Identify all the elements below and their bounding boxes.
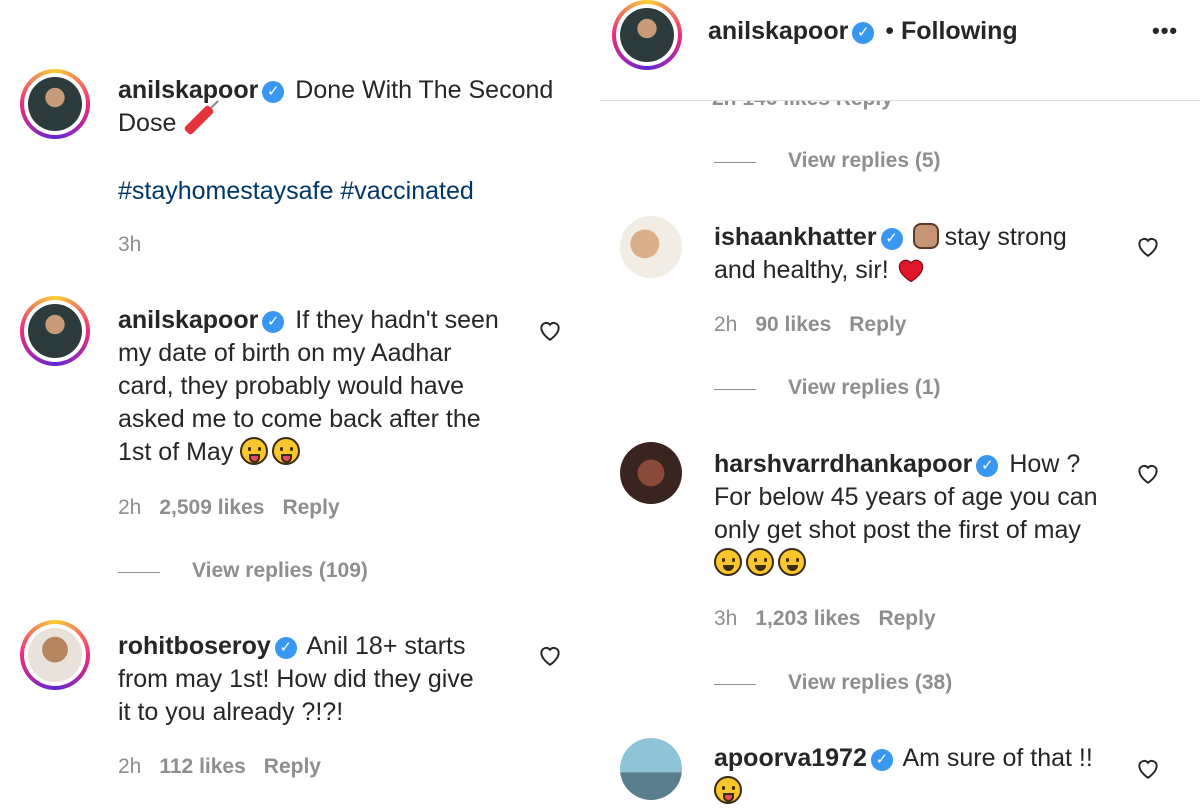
verified-badge-icon: ✓ — [262, 81, 285, 103]
divider — [714, 162, 756, 163]
heart-outline-icon[interactable] — [1135, 460, 1161, 486]
comment-line: card, they probably would have — [118, 372, 465, 400]
header-username[interactable]: anilskapoor — [708, 17, 848, 45]
comment-line: asked me to come back after the — [118, 405, 481, 433]
verified-badge-icon: ✓ — [274, 637, 297, 659]
comment-likes[interactable]: 2,509 likes — [159, 496, 264, 519]
comment-text: ishaankhatter ✓ stay strong and healthy, s… — [714, 221, 1114, 287]
caption-hashtags[interactable]: #stayhomestaysafe #vaccinated — [118, 175, 474, 208]
comment-time: 2h — [118, 755, 142, 778]
tongue-emoji-icon — [240, 437, 269, 465]
reply-button[interactable]: Reply — [264, 755, 321, 778]
caption-line-2: Dose — [118, 109, 177, 137]
tongue-emoji-icon — [272, 437, 301, 465]
comment-line: If they hadn't seen — [295, 306, 499, 334]
tears-of-joy-emoji-icon — [778, 548, 806, 576]
comment-likes[interactable]: 112 likes — [159, 755, 245, 778]
caption-text: anilskapoor ✓ Done With The Second Dose — [118, 74, 578, 140]
view-replies-button[interactable]: View replies (5) — [788, 149, 941, 173]
comment-username[interactable]: harshvarrdhankapoor — [714, 450, 972, 478]
view-replies-button[interactable]: View replies (38) — [788, 671, 952, 695]
comment-likes[interactable]: 90 likes — [755, 313, 831, 336]
comment-username[interactable]: rohitboseroy — [118, 632, 271, 660]
caption-username[interactable]: anilskapoor — [118, 76, 258, 104]
comment-username[interactable]: apoorva1972 — [714, 744, 867, 772]
comment-meta: 2h 112 likes Reply — [118, 755, 339, 779]
heart-outline-icon[interactable] — [1135, 233, 1161, 259]
caption-line-1: Done With The Second — [295, 76, 554, 104]
comment-line: and healthy, sir! — [714, 256, 889, 284]
verified-badge-icon: ✓ — [852, 22, 875, 44]
comment-line: stay strong — [944, 223, 1067, 251]
reply-button[interactable]: Reply — [282, 496, 339, 519]
comment-line: from may 1st! How did they give — [118, 665, 474, 693]
yum-emoji-icon — [714, 776, 742, 804]
avatar[interactable] — [620, 738, 682, 800]
comment-time: 2h — [118, 496, 142, 519]
comment-text: anilskapoor ✓ If they hadn't seen my date… — [118, 304, 528, 469]
following-button[interactable]: Following — [901, 17, 1018, 45]
comment-text: rohitboseroy ✓ Anil 18+ starts from may 1… — [118, 630, 528, 729]
comment-line: For below 45 years of age you can — [714, 483, 1098, 511]
separator: • — [885, 17, 895, 45]
comment-line: Anil 18+ starts — [306, 632, 466, 660]
comment-likes[interactable]: 1,203 likes — [755, 607, 860, 630]
red-heart-icon — [898, 259, 923, 283]
comment-meta: 3h 1,203 likes Reply — [714, 607, 954, 631]
comment-line: my date of birth on my Aadhar — [118, 339, 452, 367]
tears-of-joy-emoji-icon — [714, 548, 742, 576]
heart-outline-icon[interactable] — [537, 317, 563, 343]
view-replies-button[interactable]: View replies (1) — [788, 376, 941, 400]
reply-button[interactable]: Reply — [878, 607, 935, 630]
verified-badge-icon: ✓ — [976, 455, 999, 477]
comment-line: it to you already ?!?! — [118, 698, 344, 726]
syringe-icon — [183, 104, 215, 136]
comment-text: harshvarrdhankapoor ✓ How ? For below 45 … — [714, 448, 1134, 580]
comment-meta: 2h 2,509 likes Reply — [118, 496, 358, 520]
comment-time: 3h — [714, 607, 738, 630]
comment-line: Am sure of that !! — [902, 744, 1093, 772]
tears-of-joy-emoji-icon — [746, 548, 774, 576]
comment-text: apoorva1972 ✓ Am sure of that !! — [714, 742, 1134, 808]
avatar[interactable] — [620, 442, 682, 504]
avatar[interactable] — [20, 296, 90, 366]
header-avatar[interactable] — [612, 0, 682, 70]
comment-username[interactable]: ishaankhatter — [714, 223, 877, 251]
comment-line: How ? — [1009, 450, 1081, 478]
clipped-meta-text: 2h 146 likes Reply — [712, 101, 893, 111]
reply-button[interactable]: Reply — [849, 313, 906, 336]
verified-badge-icon: ✓ — [870, 749, 893, 771]
view-replies-button[interactable]: View replies (109) — [192, 559, 368, 583]
divider — [714, 389, 756, 390]
comment-meta: 2h 90 likes Reply — [714, 313, 924, 337]
post-header: anilskapoor ✓ • Following — [708, 15, 1018, 48]
avatar[interactable] — [620, 216, 682, 278]
comment-username[interactable]: anilskapoor — [118, 306, 258, 334]
comment-line: 1st of May — [118, 438, 234, 466]
caption-time: 3h — [118, 233, 142, 256]
avatar[interactable] — [20, 69, 90, 139]
divider — [714, 684, 756, 685]
comment-time: 2h — [714, 313, 738, 336]
more-options-icon[interactable]: ••• — [1152, 18, 1178, 44]
heart-outline-icon[interactable] — [1135, 755, 1161, 781]
heart-outline-icon[interactable] — [537, 642, 563, 668]
comment-line: only get shot post the first of may — [714, 516, 1081, 544]
raised-fist-icon — [912, 223, 939, 249]
avatar[interactable] — [20, 620, 90, 690]
verified-badge-icon: ✓ — [880, 228, 903, 250]
clipped-meta: 2h 146 likes Reply — [712, 101, 1012, 111]
verified-badge-icon: ✓ — [262, 311, 285, 333]
divider — [118, 572, 160, 573]
